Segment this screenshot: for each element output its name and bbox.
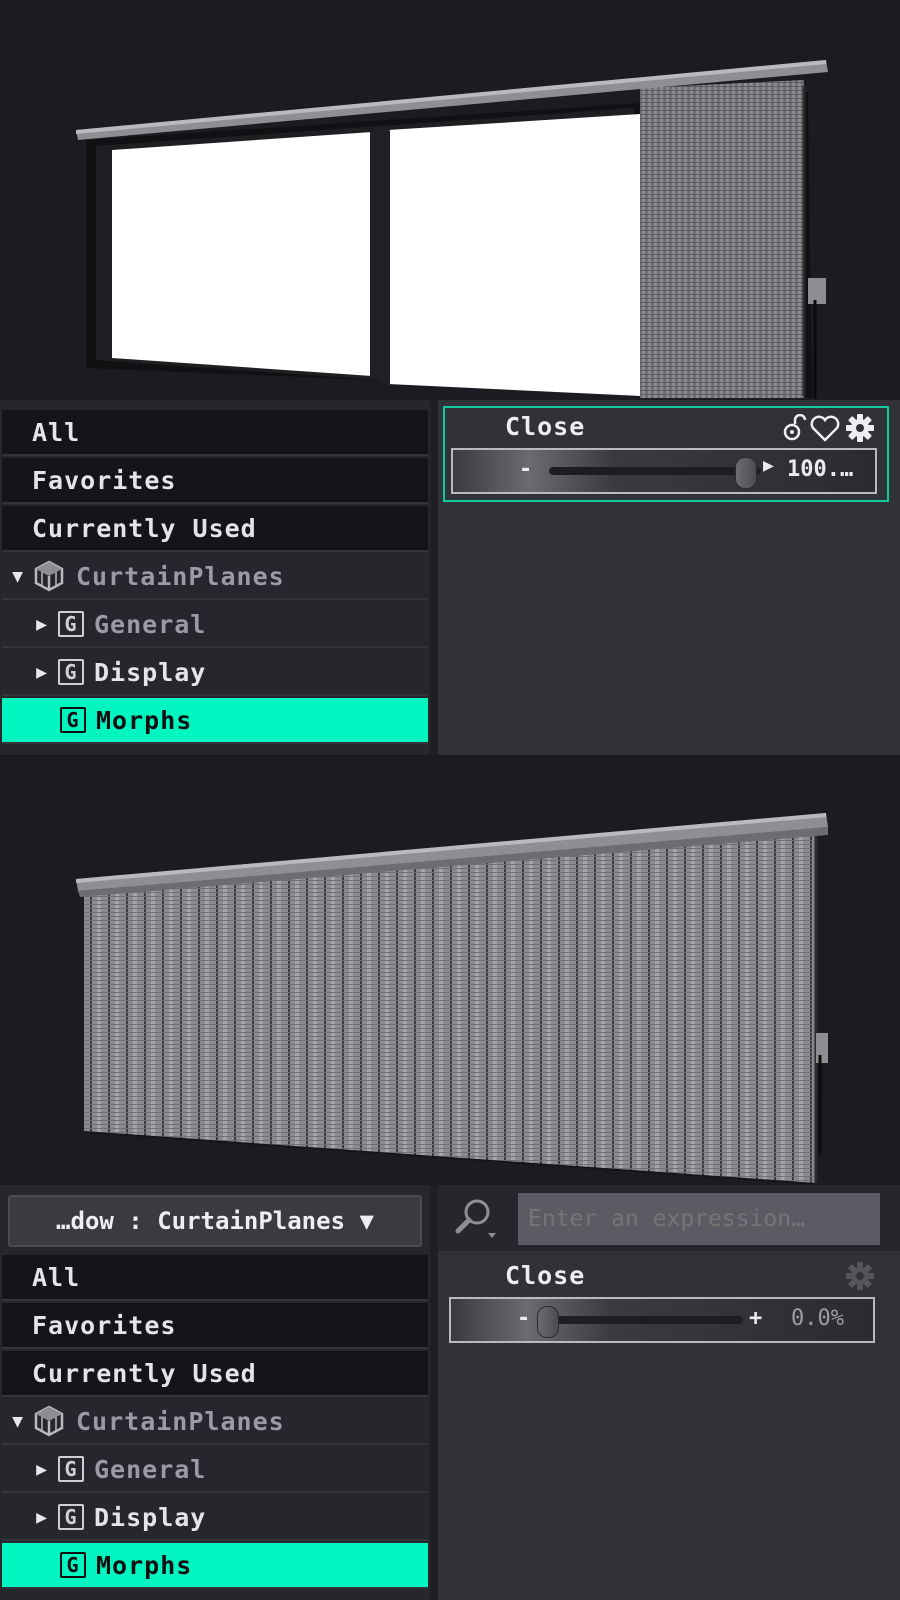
tree-item-label: Display — [94, 1502, 207, 1532]
search-input[interactable] — [518, 1193, 880, 1245]
viewport-bottom[interactable] — [0, 755, 900, 1185]
tree-item-all[interactable]: All — [2, 410, 428, 456]
tree-item-label: Favorites — [32, 1310, 177, 1340]
node-selector-label: …dow : CurtainPlanes ▼ — [56, 1207, 374, 1235]
tree-item-curtainplanes[interactable]: ▼ CurtainPlanes — [2, 554, 428, 600]
tree-item-label: Currently Used — [32, 513, 257, 543]
window-scene-open — [76, 60, 828, 398]
slider-thumb[interactable] — [735, 457, 757, 489]
tree-item-display[interactable]: ▶ G Display — [2, 1495, 428, 1541]
slider-decrement[interactable]: - — [517, 1306, 530, 1331]
gear-icon[interactable] — [845, 413, 875, 443]
property-close-row: Close - ▶ 100.… — [443, 406, 889, 502]
property-label: Close — [505, 1261, 586, 1290]
expand-triangle-icon[interactable]: ▼ — [8, 1411, 28, 1432]
parameters-panel-top: All Favorites Currently Used ▼ CurtainPl… — [0, 400, 900, 755]
tree-item-currently-used[interactable]: Currently Used — [2, 506, 428, 552]
tree-item-morphs[interactable]: G Morphs — [2, 698, 428, 744]
tree-item-label: Favorites — [32, 465, 177, 495]
tree-item-label: All — [32, 1262, 81, 1292]
expand-triangle-icon[interactable]: ▼ — [8, 566, 28, 587]
tree-item-general[interactable]: ▶ G General — [2, 1447, 428, 1493]
slider-increment-arrow[interactable]: ▶ — [763, 455, 774, 476]
group-icon: G — [58, 1456, 84, 1482]
tree-item-general[interactable]: ▶ G General — [2, 602, 428, 648]
collapse-triangle-icon[interactable]: ▶ — [32, 662, 52, 683]
lock-icon[interactable] — [781, 414, 807, 442]
slider-thumb[interactable] — [537, 1306, 559, 1338]
slider-track[interactable] — [549, 467, 761, 475]
tree-item-label: General — [94, 1454, 207, 1484]
tree-item-favorites[interactable]: Favorites — [2, 458, 428, 504]
gear-icon[interactable] — [845, 1261, 875, 1291]
viewport-top[interactable] — [0, 0, 900, 400]
tree-item-label: Display — [94, 657, 207, 687]
group-icon: G — [58, 611, 84, 637]
property-tree-top: All Favorites Currently Used ▼ CurtainPl… — [0, 400, 430, 755]
panel-divider[interactable] — [430, 400, 438, 755]
group-icon: G — [60, 1552, 86, 1578]
property-label: Close — [505, 412, 586, 441]
tree-item-morphs[interactable]: G Morphs — [2, 1543, 428, 1589]
heart-icon[interactable] — [809, 414, 841, 442]
cube-icon — [34, 1405, 64, 1437]
property-close-row: Close - + 0.0% — [443, 1255, 889, 1351]
tree-item-currently-used[interactable]: Currently Used — [2, 1351, 428, 1397]
window-scene-closed — [76, 813, 828, 1185]
tree-item-favorites[interactable]: Favorites — [2, 1303, 428, 1349]
collapse-triangle-icon[interactable]: ▶ — [32, 1459, 52, 1480]
tree-item-display[interactable]: ▶ G Display — [2, 650, 428, 696]
group-icon: G — [58, 659, 84, 685]
collapse-triangle-icon[interactable]: ▶ — [32, 614, 52, 635]
parameters-panel-bottom: …dow : CurtainPlanes ▼ All Favorites Cur… — [0, 1185, 900, 1600]
collapse-triangle-icon[interactable]: ▶ — [32, 1507, 52, 1528]
tree-item-label: General — [94, 609, 207, 639]
panel-divider[interactable] — [430, 1185, 438, 1600]
tree-item-label: Currently Used — [32, 1358, 257, 1388]
property-tree-bottom: …dow : CurtainPlanes ▼ All Favorites Cur… — [0, 1185, 430, 1600]
tree-item-label: Morphs — [96, 1550, 193, 1580]
tree-item-curtainplanes[interactable]: ▼ CurtainPlanes — [2, 1399, 428, 1445]
property-list-bottom: Close - + 0.0% — [438, 1185, 900, 1600]
close-slider[interactable]: - ▶ 100.… — [451, 448, 877, 494]
tree-item-label: CurtainPlanes — [76, 561, 285, 591]
slider-value[interactable]: 0.0% — [791, 1306, 844, 1331]
slider-value[interactable]: 100.… — [787, 457, 853, 482]
node-selector-dropdown[interactable]: …dow : CurtainPlanes ▼ — [8, 1195, 422, 1247]
cube-icon — [34, 560, 64, 592]
search-bar — [438, 1185, 900, 1251]
group-icon: G — [58, 1504, 84, 1530]
tree-item-all[interactable]: All — [2, 1255, 428, 1301]
slider-increment[interactable]: + — [749, 1306, 762, 1331]
slider-decrement[interactable]: - — [519, 457, 532, 482]
group-icon: G — [60, 707, 86, 733]
tree-item-label: All — [32, 417, 81, 447]
slider-track[interactable] — [547, 1316, 743, 1324]
search-icon[interactable] — [452, 1195, 496, 1239]
property-list-top: Close - ▶ 100.… — [438, 400, 900, 755]
tree-item-label: CurtainPlanes — [76, 1406, 285, 1436]
tree-item-label: Morphs — [96, 705, 193, 735]
close-slider[interactable]: - + 0.0% — [449, 1297, 875, 1343]
